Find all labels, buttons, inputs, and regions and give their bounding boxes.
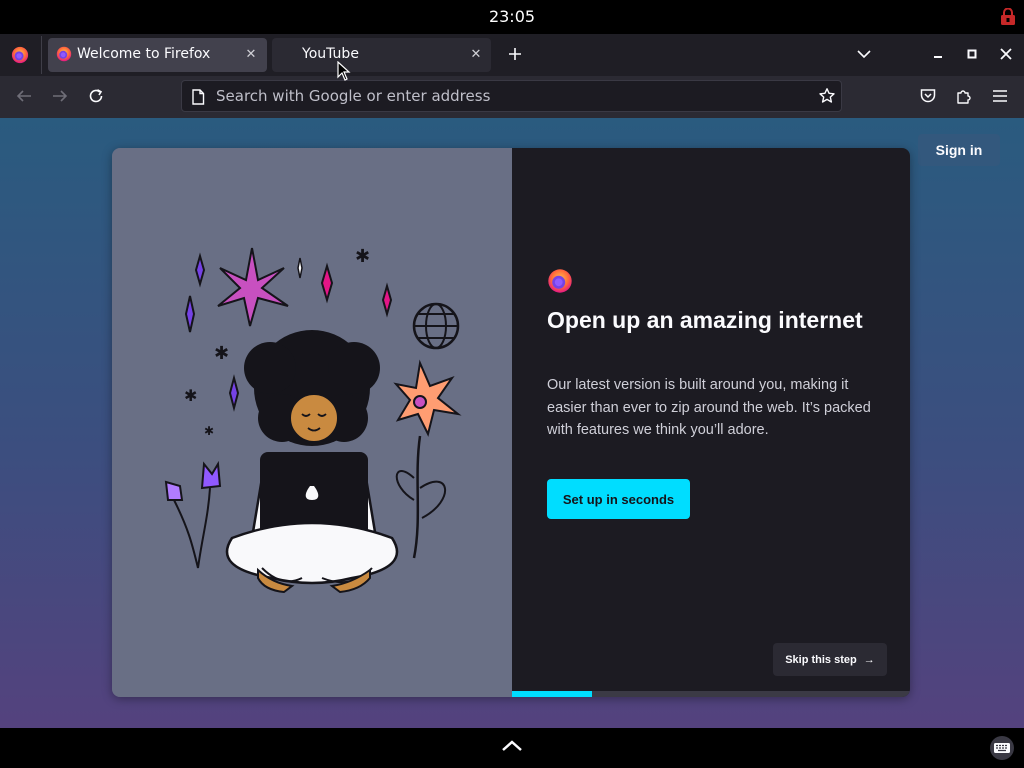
welcome-headline: Open up an amazing internet — [547, 307, 863, 333]
pocket-icon[interactable] — [919, 87, 937, 105]
progress-indicator — [512, 691, 592, 697]
tab-divider — [41, 36, 42, 74]
firefox-icon[interactable] — [11, 46, 29, 64]
tab-welcome-to-firefox[interactable]: Welcome to Firefox ✕ — [48, 38, 267, 72]
star-icon[interactable] — [818, 87, 836, 105]
address-bar[interactable] — [181, 80, 842, 112]
onboarding-card: ✱ ✱ ✱ ✱ Open up an amazing internet Our … — [112, 148, 910, 697]
svg-text:✱: ✱ — [214, 343, 229, 364]
skip-step-label: Skip this step — [785, 653, 857, 666]
skip-step-button[interactable]: Skip this step → — [773, 643, 887, 676]
tab-title: YouTube — [302, 46, 359, 62]
svg-text:✱: ✱ — [355, 246, 370, 267]
forward-icon[interactable] — [51, 88, 69, 104]
close-icon[interactable] — [998, 46, 1014, 62]
reload-icon[interactable] — [87, 87, 105, 105]
svg-text:✱: ✱ — [184, 386, 197, 405]
back-icon[interactable] — [15, 88, 33, 104]
lock-icon[interactable] — [1000, 8, 1016, 26]
tab-youtube[interactable]: YouTube ✕ — [272, 38, 491, 72]
menu-icon[interactable] — [991, 88, 1009, 104]
chevron-down-icon[interactable] — [856, 47, 872, 61]
mouse-cursor-icon — [337, 61, 351, 81]
tab-title: Welcome to Firefox — [77, 46, 211, 62]
page-icon — [192, 89, 205, 105]
welcome-description: Our latest version is built around you, … — [547, 377, 871, 438]
set-up-button[interactable]: Set up in seconds — [547, 479, 690, 519]
chevron-up-icon[interactable] — [500, 738, 524, 754]
address-input[interactable] — [216, 81, 776, 111]
system-clock: 23:05 — [488, 7, 536, 26]
firefox-icon — [548, 269, 572, 293]
person-with-laptop-illustration: ✱ ✱ ✱ ✱ — [164, 246, 462, 594]
firefox-icon — [56, 46, 72, 62]
minimize-icon[interactable] — [931, 50, 945, 60]
arrow-right-icon: → — [863, 653, 875, 666]
maximize-icon[interactable] — [965, 47, 979, 61]
svg-text:✱: ✱ — [204, 424, 214, 438]
illustration-panel: ✱ ✱ ✱ ✱ — [112, 148, 512, 697]
close-icon[interactable]: ✕ — [467, 46, 485, 64]
close-icon[interactable]: ✕ — [242, 46, 260, 64]
extensions-icon[interactable] — [955, 87, 973, 105]
keyboard-icon[interactable] — [988, 736, 1016, 760]
sign-in-button[interactable]: Sign in — [918, 134, 1000, 166]
plus-icon[interactable] — [507, 46, 523, 62]
